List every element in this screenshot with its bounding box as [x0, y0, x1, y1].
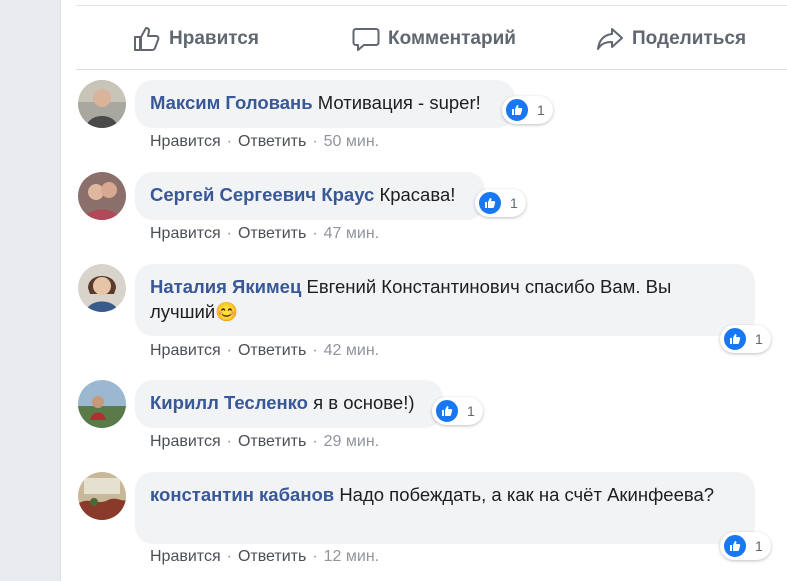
reaction-number: 1 — [537, 102, 545, 118]
comment-meta: Нравится · Ответить · 50 мин. — [150, 133, 379, 151]
comment-timestamp[interactable]: 12 мин. — [324, 548, 379, 565]
comment-author[interactable]: Кирилл Тесленко — [150, 392, 308, 413]
comment-bubble: константин кабанов Надо побеждать, а как… — [135, 472, 755, 544]
comment-meta: Нравится · Ответить · 12 мин. — [150, 548, 379, 566]
smiling-face-emoji: 😊 — [215, 301, 239, 322]
meta-separator: · — [226, 433, 232, 450]
share-arrow-icon — [597, 28, 623, 50]
comment-like-link[interactable]: Нравится — [150, 225, 221, 242]
avatar[interactable] — [78, 380, 126, 428]
reaction-count[interactable]: 1 — [502, 96, 553, 124]
reaction-count[interactable]: 1 — [432, 397, 483, 425]
share-action-button[interactable]: Поделиться — [596, 26, 746, 52]
avatar[interactable] — [78, 172, 126, 220]
comment-like-link[interactable]: Нравится — [150, 133, 221, 150]
comment-timestamp[interactable]: 29 мин. — [324, 433, 379, 450]
comment-meta: Нравится · Ответить · 47 мин. — [150, 225, 379, 243]
post-action-bar: Нравится Комментарий Поделиться — [76, 5, 787, 70]
reaction-count[interactable]: 1 — [475, 189, 526, 217]
meta-separator: · — [226, 133, 232, 150]
comment-reply-link[interactable]: Ответить — [238, 342, 306, 359]
comment-timestamp[interactable]: 47 мин. — [324, 225, 379, 242]
comment-timestamp[interactable]: 50 мин. — [324, 133, 379, 150]
like-action-label: Нравится — [169, 28, 259, 49]
like-action-button[interactable]: Нравится — [133, 26, 259, 52]
avatar[interactable] — [78, 472, 126, 520]
comment-action-button[interactable]: Комментарий — [352, 26, 516, 52]
comment-action-label: Комментарий — [388, 28, 516, 49]
reaction-number: 1 — [755, 538, 763, 554]
comment-like-link[interactable]: Нравится — [150, 433, 221, 450]
like-reaction-icon — [505, 98, 529, 122]
comment-like-link[interactable]: Нравится — [150, 548, 221, 565]
meta-separator: · — [312, 225, 318, 242]
comment-reply-link[interactable]: Ответить — [238, 433, 306, 450]
avatar[interactable] — [78, 80, 126, 128]
comment-reply-link[interactable]: Ответить — [238, 548, 306, 565]
comment-reply-link[interactable]: Ответить — [238, 225, 306, 242]
reaction-count[interactable]: 1 — [720, 325, 771, 353]
speech-bubble-icon — [352, 28, 380, 51]
comment-meta: Нравится · Ответить · 42 мин. — [150, 342, 379, 360]
meta-separator: · — [226, 342, 232, 359]
meta-separator: · — [312, 133, 318, 150]
post-card: Нравится Комментарий Поделиться Максим Г… — [60, 0, 787, 581]
thumbs-up-icon — [134, 27, 160, 51]
meta-separator: · — [312, 342, 318, 359]
meta-separator: · — [226, 548, 232, 565]
comment-bubble: Сергей Сергеевич Краус Красава! — [135, 172, 485, 220]
comment-bubble: Максим Головань Мотивация - super! — [135, 80, 515, 128]
like-reaction-icon — [723, 534, 747, 558]
comment-bubble: Кирилл Тесленко я в основе!) — [135, 380, 443, 428]
like-reaction-icon — [435, 399, 459, 423]
share-action-label: Поделиться — [632, 28, 747, 49]
avatar[interactable] — [78, 264, 126, 312]
comment-reply-link[interactable]: Ответить — [238, 133, 306, 150]
comment-author[interactable]: Наталия Якимец — [150, 276, 301, 297]
comment-text: я в основе!) — [313, 392, 415, 413]
reaction-number: 1 — [755, 331, 763, 347]
reaction-number: 1 — [510, 195, 518, 211]
comment-author[interactable]: Максим Головань — [150, 92, 313, 113]
comment-text: Надо побеждать, а как на счёт Акинфеева? — [339, 484, 715, 505]
comment-text: Мотивация - super! — [317, 92, 481, 113]
comment-like-link[interactable]: Нравится — [150, 342, 221, 359]
like-reaction-icon — [478, 191, 502, 215]
meta-separator: · — [312, 433, 318, 450]
reaction-count[interactable]: 1 — [720, 532, 771, 560]
comment-text: Красава! — [379, 184, 456, 205]
comment-timestamp[interactable]: 42 мин. — [324, 342, 379, 359]
comment-meta: Нравится · Ответить · 29 мин. — [150, 433, 379, 451]
like-reaction-icon — [723, 327, 747, 351]
comment-bubble: Наталия Якимец Евгений Константинович сп… — [135, 264, 755, 336]
meta-separator: · — [226, 225, 232, 242]
comment-author[interactable]: Сергей Сергеевич Краус — [150, 184, 374, 205]
comment-author[interactable]: константин кабанов — [150, 484, 334, 505]
meta-separator: · — [312, 548, 318, 565]
reaction-number: 1 — [467, 403, 475, 419]
